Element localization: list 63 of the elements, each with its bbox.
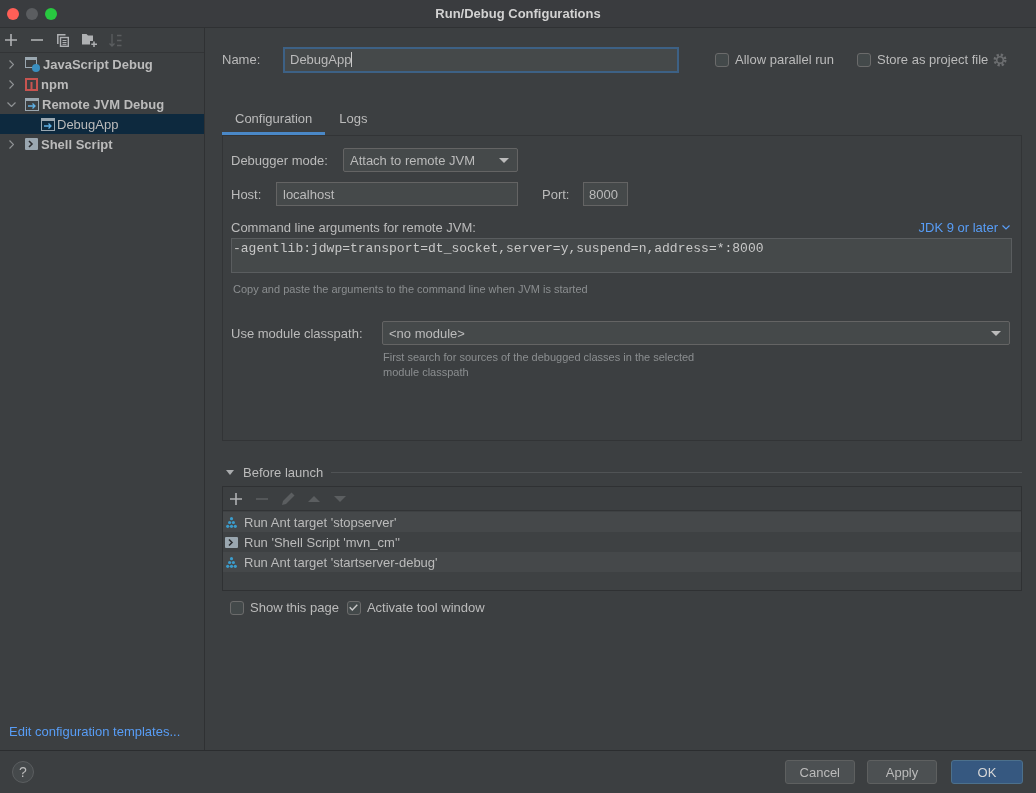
tab[interactable]: Configuration — [222, 104, 326, 135]
checkbox-label: Activate tool window — [366, 600, 485, 615]
help-button[interactable]: ? — [12, 761, 34, 783]
checkbox[interactable] — [715, 52, 729, 67]
dots-pyramid-icon — [225, 516, 238, 528]
caret-icon — [991, 330, 1001, 336]
chevron-right-icon[interactable] — [9, 139, 14, 149]
field-label: Port: — [542, 186, 571, 202]
chevron-right-icon[interactable] — [9, 59, 14, 69]
hint-text: Copy and paste the arguments to the command line when JVM is started — [232, 282, 589, 297]
tab[interactable]: Logs — [325, 104, 381, 135]
hint-text: First search for sources of the debugged classes in the selected module classpath — [382, 350, 696, 380]
settings-icon[interactable] — [993, 52, 1008, 67]
task-item[interactable]: Run Ant target 'stopserver' — [223, 512, 1021, 532]
add-icon[interactable] — [5, 34, 17, 46]
tree-item[interactable]: Remote JVM Debug — [0, 94, 204, 114]
folder-add-icon[interactable] — [81, 33, 97, 47]
input-field[interactable]: localhost — [276, 182, 518, 206]
checkbox-label: Allow parallel run — [735, 52, 834, 67]
checkbox[interactable] — [857, 52, 871, 67]
input-field[interactable]: 8000 — [583, 182, 628, 206]
tree-item[interactable]: JavaScript Debug — [0, 54, 204, 74]
name-label: Name: — [222, 52, 262, 67]
close-button[interactable] — [7, 7, 19, 20]
copy-icon[interactable] — [57, 33, 69, 47]
zoom-button[interactable] — [45, 7, 57, 20]
caret-icon — [499, 157, 509, 163]
checkbox-label: Show this page — [250, 600, 339, 615]
chevron-right-icon[interactable] — [9, 79, 14, 89]
tree-item[interactable]: DebugApp — [0, 114, 204, 134]
arguments-field[interactable]: -agentlib:jdwp=transport=dt_socket,server=y,suspend=n,address=*:8000 — [231, 238, 1012, 273]
name-field[interactable]: DebugApp — [283, 46, 679, 73]
dialog-button[interactable]: Cancel — [784, 760, 855, 784]
dropdown[interactable]: <no module> — [382, 321, 1010, 345]
chevron-down-icon — [1002, 224, 1010, 230]
field-label: Host: — [231, 186, 263, 202]
section-title: Before launch — [243, 464, 324, 480]
field-label: Command line arguments for remote JVM: — [231, 219, 476, 235]
tree-item[interactable]: npm — [0, 74, 204, 94]
task-item[interactable]: Run 'Shell Script 'mvn_cm'' — [223, 532, 1021, 552]
dropdown[interactable]: Attach to remote JVM — [343, 148, 518, 172]
field-label: Use module classpath: — [231, 325, 364, 341]
jdk-dropdown-link[interactable]: JDK 9 or later — [918, 219, 1010, 235]
templates-link[interactable]: Edit configuration templates... — [9, 724, 181, 739]
checkbox[interactable] — [230, 600, 244, 615]
window-title: Run/Debug Configurations — [435, 6, 601, 21]
task-item[interactable]: Run Ant target 'startserver-debug' — [223, 552, 1021, 572]
terminal-icon — [25, 138, 38, 150]
terminal-icon — [225, 536, 238, 548]
checkbox[interactable] — [346, 600, 361, 615]
dialog-button[interactable]: Apply — [867, 760, 937, 784]
primary-button[interactable]: OK — [951, 760, 1023, 784]
caret-down-icon[interactable] — [226, 469, 234, 475]
add-icon[interactable] — [230, 492, 242, 505]
window-globe-icon — [25, 56, 40, 72]
checkbox-label: Store as project file — [877, 52, 989, 67]
square-outline-icon — [25, 77, 38, 91]
chevron-down-icon[interactable] — [7, 101, 16, 107]
tree-item[interactable]: Shell Script — [0, 134, 204, 154]
check-icon — [349, 604, 359, 611]
field-label: Debugger mode: — [231, 152, 329, 168]
dots-pyramid-icon — [225, 556, 238, 568]
text-cursor — [351, 52, 353, 67]
